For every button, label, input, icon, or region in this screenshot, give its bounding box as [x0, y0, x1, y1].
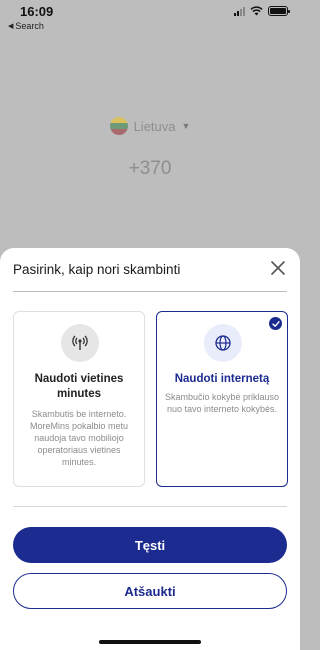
close-button[interactable]	[268, 258, 288, 278]
sheet-title: Pasirink, kaip nori skambinti	[13, 262, 181, 277]
status-time: 16:09	[20, 4, 54, 19]
cellular-signal-icon	[234, 6, 245, 16]
flag-stripe-red	[109, 129, 128, 135]
flag-icon	[109, 117, 128, 135]
back-to-search-button[interactable]: ◀ Search	[8, 21, 44, 31]
continue-button[interactable]: Tęsti	[13, 527, 287, 563]
option-description: Skambutis be interneto. MoreMins pokalbi…	[29, 409, 129, 467]
option-title: Naudoti internetą	[174, 373, 270, 385]
antenna-icon	[61, 324, 99, 362]
option-description: Skambučio kokybė priklauso nuo tavo inte…	[164, 392, 280, 414]
status-bar: 16:09 ◀ Search	[0, 0, 300, 34]
country-name: Lietuva	[133, 118, 176, 134]
option-local-minutes[interactable]: Naudoti vietines minutes Skambutis be in…	[13, 311, 145, 487]
home-indicator[interactable]	[99, 640, 201, 644]
close-icon	[271, 261, 285, 275]
back-arrow-icon: ◀	[8, 23, 14, 30]
country-selector[interactable]: Lietuva ▼	[0, 117, 300, 135]
option-internet[interactable]: Naudoti internetą Skambučio kokybė prikl…	[156, 311, 288, 487]
divider	[13, 291, 287, 292]
battery-icon	[268, 6, 290, 16]
chevron-down-icon: ▼	[181, 121, 191, 131]
divider	[13, 506, 287, 507]
globe-icon	[204, 324, 242, 362]
checkmark-icon	[269, 317, 282, 330]
dial-prefix: +370	[128, 158, 172, 179]
option-title: Naudoti vietines minutes	[34, 373, 124, 400]
wifi-icon	[250, 6, 263, 16]
call-method-sheet: Pasirink, kaip nori skambinti Naudoti vi…	[0, 248, 300, 650]
back-to-search-label: Search	[15, 21, 44, 31]
cancel-button[interactable]: Atšaukti	[13, 573, 287, 609]
status-icons	[234, 6, 290, 16]
